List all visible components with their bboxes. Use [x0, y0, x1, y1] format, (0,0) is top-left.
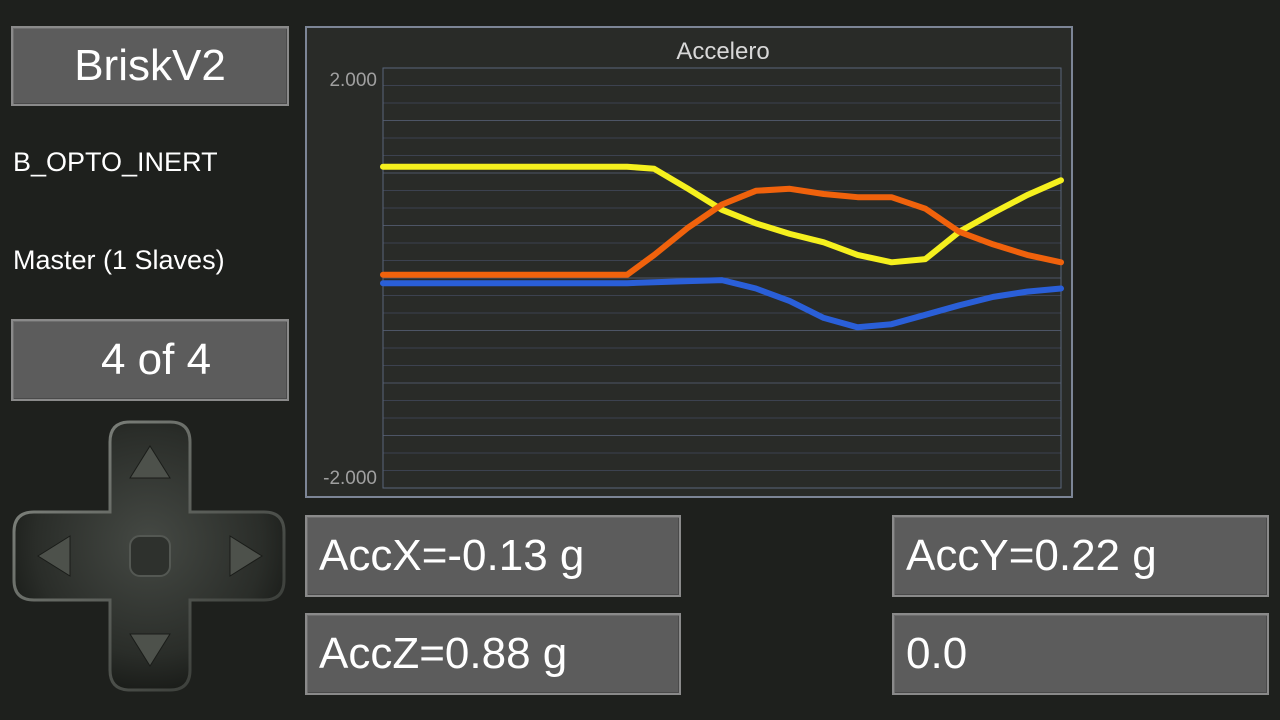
accy-value: AccY=0.22 g	[906, 531, 1157, 580]
pager-button[interactable]: 4 of 4	[11, 319, 289, 401]
extra-value: 0.0	[906, 629, 968, 678]
network-role-label: Master (1 Slaves)	[13, 245, 225, 275]
accz-readout[interactable]: AccZ=0.88 g	[305, 613, 681, 695]
dpad	[12, 420, 288, 692]
series-line-0	[380, 163, 1064, 266]
accy-readout[interactable]: AccY=0.22 g	[892, 515, 1269, 597]
center-button-icon	[129, 535, 171, 577]
extra-readout[interactable]: 0.0	[892, 613, 1269, 695]
accx-readout[interactable]: AccX=-0.13 g	[305, 515, 681, 597]
chart-title: Accelero	[676, 38, 769, 65]
y-tick-min: -2.000	[323, 468, 377, 489]
series-line-2	[380, 277, 1064, 331]
pager-label: 4 of 4	[100, 335, 212, 384]
device-name-label: BriskV2	[74, 41, 226, 90]
dpad-center-button[interactable]	[129, 535, 171, 577]
series-line-1	[380, 185, 1064, 278]
accelero-chart-svg: Accelero 2.000 -2.000	[323, 38, 1064, 489]
sensor-name-label: B_OPTO_INERT	[13, 147, 218, 177]
accx-value: AccX=-0.13 g	[319, 531, 585, 580]
accelero-chart: Accelero 2.000 -2.000	[305, 26, 1073, 498]
device-name-button[interactable]: BriskV2	[11, 26, 289, 106]
y-tick-max: 2.000	[329, 70, 377, 91]
accz-value: AccZ=0.88 g	[319, 629, 568, 678]
